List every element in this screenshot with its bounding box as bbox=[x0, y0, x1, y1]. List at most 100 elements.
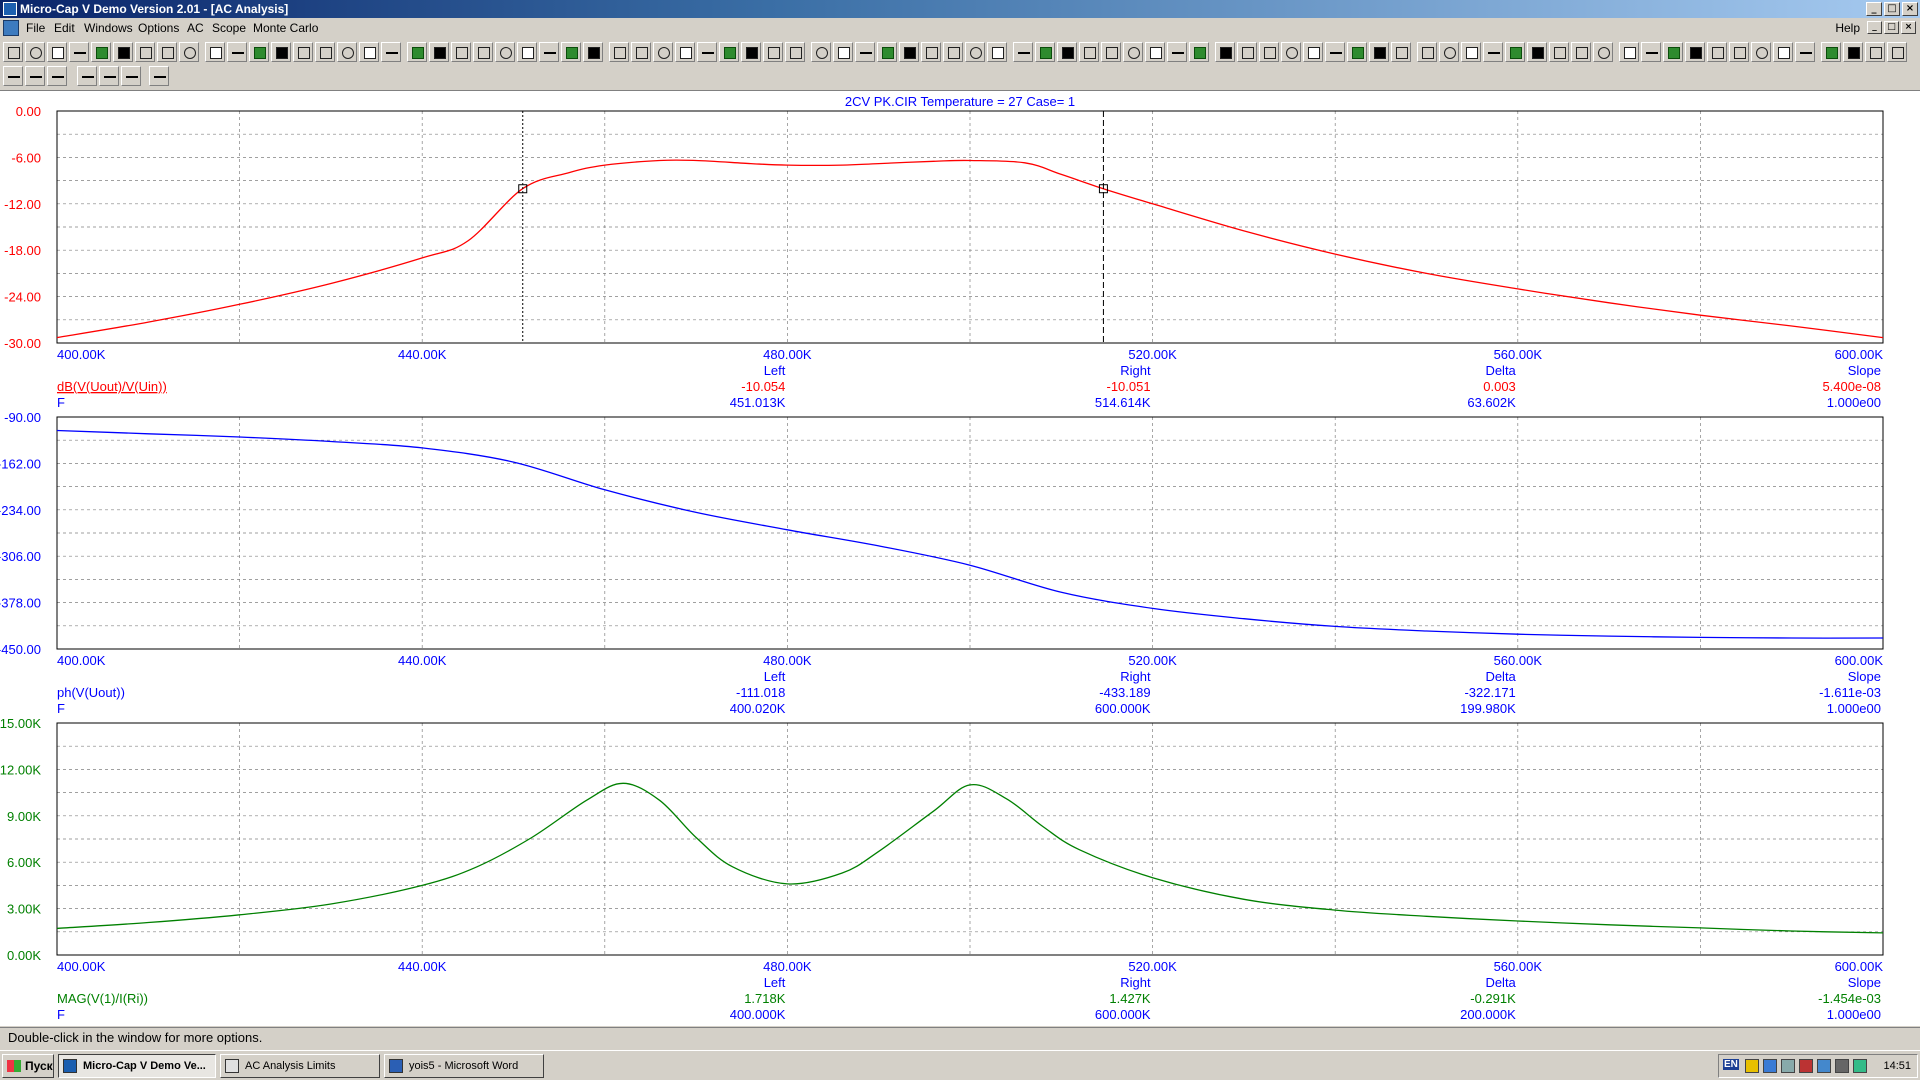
toolbar-button[interactable] bbox=[1013, 42, 1033, 62]
toolbar-button[interactable] bbox=[811, 42, 831, 62]
title-bar[interactable]: Micro-Cap V Demo Version 2.01 - [AC Anal… bbox=[0, 0, 1920, 18]
toolbar-button[interactable] bbox=[653, 42, 673, 62]
toolbar-button[interactable] bbox=[1101, 42, 1121, 62]
toolbar-button[interactable] bbox=[1325, 42, 1345, 62]
toolbar-button[interactable] bbox=[1549, 42, 1569, 62]
toolbar-button[interactable] bbox=[205, 42, 225, 62]
toolbar-button[interactable] bbox=[1773, 42, 1793, 62]
doc-minimize-button[interactable]: _ bbox=[1867, 21, 1882, 34]
toolbar-button[interactable] bbox=[1685, 42, 1705, 62]
toolbar-button[interactable] bbox=[583, 42, 603, 62]
toolbar-button[interactable] bbox=[1461, 42, 1481, 62]
toolbar-button[interactable] bbox=[249, 42, 269, 62]
toolbar-button[interactable] bbox=[833, 42, 853, 62]
toolbar-button[interactable] bbox=[121, 66, 141, 86]
toolbar-button[interactable] bbox=[381, 42, 401, 62]
toolbar-button[interactable] bbox=[429, 42, 449, 62]
menu-scope[interactable]: Scope bbox=[208, 18, 250, 38]
toolbar-button[interactable] bbox=[1237, 42, 1257, 62]
toolbar-button[interactable] bbox=[337, 42, 357, 62]
ac-analysis-plot[interactable]: 2CV PK.CIR Temperature = 27 Case= 1 0.00… bbox=[0, 91, 1920, 1027]
toolbar-button[interactable] bbox=[1527, 42, 1547, 62]
toolbar-button[interactable] bbox=[921, 42, 941, 62]
toolbar-button[interactable] bbox=[763, 42, 783, 62]
toolbar-button[interactable] bbox=[1821, 42, 1841, 62]
toolbar-button[interactable] bbox=[1663, 42, 1683, 62]
menu-ac[interactable]: AC bbox=[183, 18, 208, 38]
toolbar-button[interactable] bbox=[25, 42, 45, 62]
maximize-button[interactable]: □ bbox=[1884, 2, 1900, 16]
toolbar-button[interactable] bbox=[1417, 42, 1437, 62]
toolbar-button[interactable] bbox=[741, 42, 761, 62]
toolbar-button[interactable] bbox=[1887, 42, 1907, 62]
toolbar-button[interactable] bbox=[1167, 42, 1187, 62]
task-word[interactable]: yois5 - Microsoft Word bbox=[384, 1054, 544, 1078]
toolbar-button[interactable] bbox=[697, 42, 717, 62]
toolbar-button[interactable] bbox=[965, 42, 985, 62]
toolbar-button[interactable] bbox=[179, 42, 199, 62]
toolbar-button[interactable] bbox=[1347, 42, 1367, 62]
toolbar-button[interactable] bbox=[293, 42, 313, 62]
toolbar-button[interactable] bbox=[1391, 42, 1411, 62]
menu-monte-carlo[interactable]: Monte Carlo bbox=[249, 18, 322, 38]
toolbar-button[interactable] bbox=[1439, 42, 1459, 62]
toolbar-button[interactable] bbox=[1641, 42, 1661, 62]
toolbar-button[interactable] bbox=[1303, 42, 1323, 62]
menu-edit[interactable]: Edit bbox=[50, 18, 79, 38]
update-icon[interactable] bbox=[1853, 1059, 1867, 1073]
network-icon[interactable] bbox=[1763, 1059, 1777, 1073]
toolbar-button[interactable] bbox=[1281, 42, 1301, 62]
toolbar-button[interactable] bbox=[77, 66, 97, 86]
toolbar-button[interactable] bbox=[1843, 42, 1863, 62]
menu-windows[interactable]: Windows bbox=[80, 18, 137, 38]
toolbar-button[interactable] bbox=[1619, 42, 1639, 62]
toolbar-button[interactable] bbox=[157, 42, 177, 62]
toolbar-button[interactable] bbox=[47, 66, 67, 86]
toolbar-button[interactable] bbox=[517, 42, 537, 62]
close-button[interactable]: × bbox=[1902, 2, 1918, 16]
minimize-button[interactable]: _ bbox=[1866, 2, 1882, 16]
toolbar-button[interactable] bbox=[227, 42, 247, 62]
toolbar-button[interactable] bbox=[1035, 42, 1055, 62]
monitor-icon[interactable] bbox=[1781, 1059, 1795, 1073]
toolbar-button[interactable] bbox=[899, 42, 919, 62]
toolbar-button[interactable] bbox=[1079, 42, 1099, 62]
antivirus-icon[interactable] bbox=[1799, 1059, 1813, 1073]
toolbar-button[interactable] bbox=[1215, 42, 1235, 62]
toolbar-button[interactable] bbox=[149, 66, 169, 86]
messenger-icon[interactable] bbox=[1817, 1059, 1831, 1073]
toolbar-button[interactable] bbox=[877, 42, 897, 62]
start-button[interactable]: Пуск bbox=[2, 1054, 54, 1078]
plot-window[interactable]: 2CV PK.CIR Temperature = 27 Case= 1 0.00… bbox=[0, 90, 1920, 1026]
toolbar-button[interactable] bbox=[3, 66, 23, 86]
toolbar-button[interactable] bbox=[3, 42, 23, 62]
document-icon[interactable] bbox=[3, 20, 19, 36]
menu-help[interactable]: Help bbox=[1835, 18, 1860, 38]
toolbar-button[interactable] bbox=[359, 42, 379, 62]
toolbar-button[interactable] bbox=[609, 42, 629, 62]
toolbar-button[interactable] bbox=[99, 66, 119, 86]
app-icon[interactable] bbox=[3, 2, 17, 16]
toolbar-button[interactable] bbox=[1571, 42, 1591, 62]
toolbar-button[interactable] bbox=[1593, 42, 1613, 62]
toolbar-button[interactable] bbox=[25, 66, 45, 86]
task-ac-analysis-limits[interactable]: AC Analysis Limits bbox=[220, 1054, 380, 1078]
toolbar-button[interactable] bbox=[1729, 42, 1749, 62]
toolbar-button[interactable] bbox=[69, 42, 89, 62]
toolbar-button[interactable] bbox=[1369, 42, 1389, 62]
toolbar-button[interactable] bbox=[1865, 42, 1885, 62]
doc-restore-button[interactable]: □ bbox=[1884, 21, 1899, 34]
toolbar-button[interactable] bbox=[561, 42, 581, 62]
toolbar-button[interactable] bbox=[47, 42, 67, 62]
toolbar-button[interactable] bbox=[135, 42, 155, 62]
toolbar-button[interactable] bbox=[987, 42, 1007, 62]
toolbar-button[interactable] bbox=[407, 42, 427, 62]
shield-icon[interactable] bbox=[1745, 1059, 1759, 1073]
toolbar-button[interactable] bbox=[113, 42, 133, 62]
toolbar-button[interactable] bbox=[943, 42, 963, 62]
toolbar-button[interactable] bbox=[315, 42, 335, 62]
doc-close-button[interactable]: × bbox=[1901, 21, 1916, 34]
volume-icon[interactable] bbox=[1835, 1059, 1849, 1073]
toolbar-button[interactable] bbox=[1483, 42, 1503, 62]
toolbar-button[interactable] bbox=[1751, 42, 1771, 62]
